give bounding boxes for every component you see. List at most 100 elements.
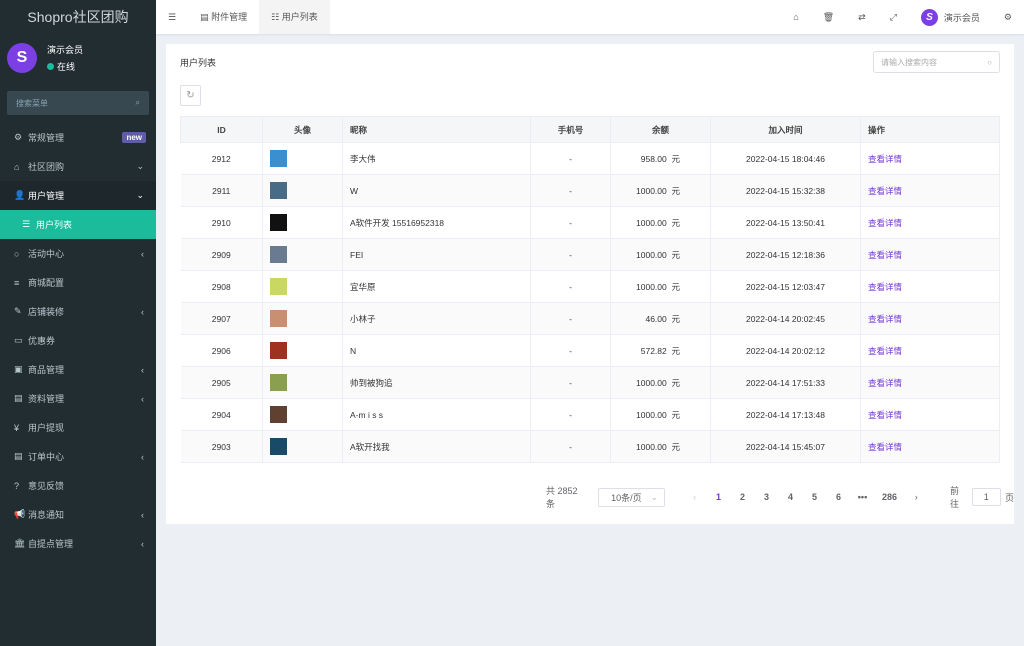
- user-avatar-image: [270, 246, 287, 263]
- user-phone: -: [531, 207, 611, 239]
- currency-unit: 元: [671, 250, 680, 260]
- table-row: 2910 A软件开发 15516952318 - 1000.00 元 2022-…: [181, 207, 1000, 239]
- home-icon[interactable]: ⌂: [781, 12, 810, 22]
- sidebar-item-0[interactable]: ⚙常规管理new: [0, 123, 156, 152]
- table-row: 2907 小林子 - 46.00 元 2022-04-14 20:02:45 查…: [181, 303, 1000, 335]
- table-row: 2908 宜华原 - 1000.00 元 2022-04-15 12:03:47…: [181, 271, 1000, 303]
- user-nickname: A-m i s s: [343, 399, 531, 431]
- col-actions: 操作: [861, 117, 1000, 143]
- join-time: 2022-04-14 20:02:45: [711, 303, 861, 335]
- page-size-select[interactable]: 10条/页 ⌄: [598, 488, 665, 507]
- sidebar: Shopro社区团购 S 演示会员 在线 搜索菜单⌕ ⚙常规管理new⌂社区团购…: [0, 0, 156, 646]
- page-button-1[interactable]: 1: [707, 492, 731, 502]
- trash-icon[interactable]: 🗑: [811, 12, 846, 23]
- menu-search-input[interactable]: 搜索菜单 ⌕: [7, 91, 149, 115]
- currency-unit: 元: [671, 314, 680, 324]
- user-status: 在线: [57, 62, 75, 72]
- sidebar-item-7[interactable]: ▭优惠券: [0, 326, 156, 355]
- sidebar-item-10[interactable]: ¥用户提现: [0, 413, 156, 442]
- page-button-4[interactable]: 4: [779, 492, 803, 502]
- tab-label: 附件管理: [211, 12, 247, 22]
- user-nickname: W: [343, 175, 531, 207]
- sidebar-item-1[interactable]: ⌂社区团购⌄: [0, 152, 156, 181]
- currency-unit: 元: [671, 410, 680, 420]
- refresh-button[interactable]: ↻: [180, 85, 201, 106]
- yen-icon: ¥: [14, 423, 28, 433]
- view-details-link[interactable]: 查看详情: [868, 282, 902, 292]
- search-input[interactable]: 请输入搜索内容○: [873, 51, 1000, 73]
- join-time: 2022-04-14 15:45:07: [711, 431, 861, 463]
- sidebar-item-14[interactable]: 🏛自提点管理‹: [0, 529, 156, 558]
- user-balance: 1000.00: [636, 250, 667, 260]
- user-id: 2908: [181, 271, 263, 303]
- table-row: 2903 A软开找我 - 1000.00 元 2022-04-14 15:45:…: [181, 431, 1000, 463]
- sidebar-item-9[interactable]: ▤资料管理‹: [0, 384, 156, 413]
- sidebar-item-4[interactable]: ○活动中心‹: [0, 239, 156, 268]
- table-row: 2912 李大伟 - 958.00 元 2022-04-15 18:04:46 …: [181, 143, 1000, 175]
- sidebar-item-2[interactable]: 👤用户管理⌄: [0, 181, 156, 210]
- tab-attachments[interactable]: ▤ 附件管理: [188, 0, 259, 34]
- topbar: ☰ ▤ 附件管理 ☷ 用户列表 ⌂ 🗑 ⇄ ⤢ S 演示会员 ⚙: [156, 0, 1024, 34]
- sidebar-item-3[interactable]: ☰用户列表: [0, 210, 156, 239]
- user-balance: 1000.00: [636, 282, 667, 292]
- chevron-icon: ‹: [141, 452, 144, 462]
- sidebar-item-6[interactable]: ✎店铺装修‹: [0, 297, 156, 326]
- view-details-link[interactable]: 查看详情: [868, 410, 902, 420]
- user-menu[interactable]: S 演示会员: [909, 9, 992, 26]
- view-details-link[interactable]: 查看详情: [868, 186, 902, 196]
- translate-icon[interactable]: ⇄: [846, 12, 878, 23]
- chevron-down-icon: ⌄: [651, 492, 659, 503]
- page-button-6[interactable]: 6: [827, 492, 851, 502]
- goto-page-input[interactable]: 1: [972, 488, 1001, 506]
- view-details-link[interactable]: 查看详情: [868, 442, 902, 452]
- join-time: 2022-04-15 18:04:46: [711, 143, 861, 175]
- join-time: 2022-04-15 15:32:38: [711, 175, 861, 207]
- view-details-link[interactable]: 查看详情: [868, 314, 902, 324]
- next-page-button[interactable]: ›: [905, 492, 928, 502]
- user-id: 2903: [181, 431, 263, 463]
- view-details-link[interactable]: 查看详情: [868, 218, 902, 228]
- user-avatar-image: [270, 214, 287, 231]
- user-phone: -: [531, 335, 611, 367]
- search-icon[interactable]: ⌕: [136, 98, 140, 108]
- sidebar-item-label: 活动中心: [28, 247, 64, 260]
- sidebar-item-5[interactable]: ≡商城配置: [0, 268, 156, 297]
- view-details-link[interactable]: 查看详情: [868, 250, 902, 260]
- page-size-value: 10条/页: [611, 491, 642, 504]
- chevron-icon: ‹: [141, 539, 144, 549]
- page-button-3[interactable]: 3: [755, 492, 779, 502]
- view-details-link[interactable]: 查看详情: [868, 154, 902, 164]
- view-details-link[interactable]: 查看详情: [868, 346, 902, 356]
- user-balance: 1000.00: [636, 378, 667, 388]
- page-button-•••[interactable]: •••: [851, 492, 875, 502]
- user-avatar-image: [270, 342, 287, 359]
- archive-icon: ▣: [14, 364, 28, 375]
- app-logo[interactable]: Shopro社区团购: [0, 0, 156, 34]
- settings-icon[interactable]: ⚙: [992, 12, 1024, 23]
- page-button-286[interactable]: 286: [875, 492, 905, 502]
- menu-search-placeholder: 搜索菜单: [16, 98, 48, 109]
- user-phone: -: [531, 175, 611, 207]
- user-name: 演示会员: [944, 11, 980, 24]
- chevron-icon: ‹: [141, 249, 144, 259]
- search-icon: ○: [987, 58, 992, 67]
- sidebar-item-12[interactable]: ?意见反馈: [0, 471, 156, 500]
- view-details-link[interactable]: 查看详情: [868, 378, 902, 388]
- sidebar-item-11[interactable]: ▤订单中心‹: [0, 442, 156, 471]
- user-avatar-image: [270, 278, 287, 295]
- page-button-5[interactable]: 5: [803, 492, 827, 502]
- sidebar-item-13[interactable]: 📢消息通知‹: [0, 500, 156, 529]
- fullscreen-icon[interactable]: ⤢: [878, 12, 909, 23]
- page-button-2[interactable]: 2: [731, 492, 755, 502]
- sidebar-toggle-button[interactable]: ☰: [156, 0, 188, 34]
- tab-user-list[interactable]: ☷ 用户列表: [259, 0, 330, 34]
- user-table: ID 头像 昵称 手机号 余额 加入时间 操作 2912 李大伟 - 958.0…: [180, 116, 1000, 463]
- user-avatar: S: [921, 9, 938, 26]
- currency-unit: 元: [671, 218, 680, 228]
- sidebar-item-8[interactable]: ▣商品管理‹: [0, 355, 156, 384]
- prev-page-button[interactable]: ‹: [683, 492, 706, 502]
- chevron-icon: ⌄: [136, 190, 144, 201]
- sidebar-item-label: 社区团购: [28, 160, 64, 173]
- sidebar-item-label: 商城配置: [28, 276, 64, 289]
- page-unit-label: 页: [1005, 491, 1014, 504]
